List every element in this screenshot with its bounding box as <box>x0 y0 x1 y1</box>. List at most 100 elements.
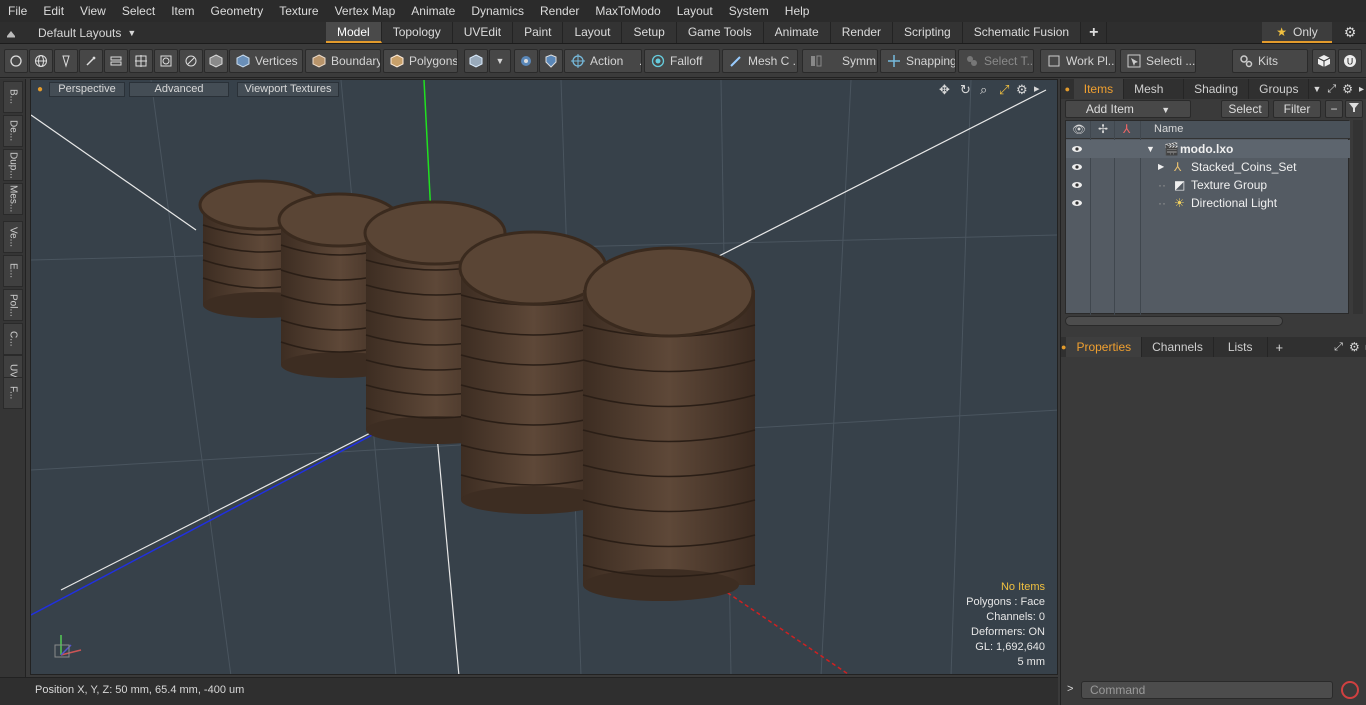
boundary-button[interactable]: Boundary <box>305 49 381 73</box>
menu-texture[interactable]: Texture <box>271 0 326 22</box>
tab-shading[interactable]: Shading <box>1184 79 1250 99</box>
name-column-header[interactable]: Name <box>1154 123 1183 135</box>
unity-button[interactable] <box>1312 49 1336 73</box>
menu-system[interactable]: System <box>721 0 777 22</box>
layout-toggle-icon[interactable] <box>4 26 18 40</box>
only-button[interactable]: ★ Only <box>1262 22 1332 43</box>
left-tab-basic[interactable]: B... <box>3 81 23 113</box>
collapse-button[interactable]: − <box>1325 100 1343 118</box>
brush-button[interactable] <box>79 49 103 73</box>
menu-render[interactable]: Render <box>532 0 587 22</box>
select-through-button[interactable]: Select T... <box>958 49 1034 73</box>
grid-button[interactable] <box>129 49 153 73</box>
viewport-gear-icon[interactable]: ⚙ <box>1016 82 1028 98</box>
eye-icon[interactable] <box>1071 197 1083 209</box>
symmetry-mode-button[interactable] <box>539 49 563 73</box>
frame-button[interactable] <box>154 49 178 73</box>
panel-arrow-icon[interactable]: ▸ <box>1356 84 1366 95</box>
tab-animate[interactable]: Animate <box>763 22 831 43</box>
expand-panel-icon[interactable]: ⤢ <box>1331 341 1346 354</box>
cube-button[interactable] <box>204 49 228 73</box>
tab-groups[interactable]: Groups <box>1249 79 1310 99</box>
coin-stack-5[interactable] <box>582 246 756 601</box>
left-tab-deform[interactable]: De... <box>3 115 23 147</box>
advanced-button[interactable]: Advanced <box>129 82 229 97</box>
add-tab-button[interactable]: + <box>1081 22 1108 43</box>
kits-button[interactable]: Kits <box>1232 49 1308 73</box>
viewport-menu-dot-icon[interactable]: ● <box>37 84 43 95</box>
item-mode-button[interactable] <box>464 49 488 73</box>
tab-paint[interactable]: Paint <box>513 22 564 43</box>
symmetry-button[interactable]: Symm ... <box>802 49 878 73</box>
tree-row-directional-light[interactable]: ·· ☀ Directional Light <box>1066 194 1350 212</box>
move-view-icon[interactable]: ✥ <box>939 82 950 98</box>
tree-row-stacked-coins-set[interactable]: ▶ ⅄ Stacked_Coins_Set <box>1066 158 1350 176</box>
arc-button[interactable] <box>179 49 203 73</box>
tree-row-texture-group[interactable]: ·· ◩ Texture Group <box>1066 176 1350 194</box>
tab-schematic-fusion[interactable]: Schematic Fusion <box>962 22 1082 43</box>
menu-dynamics[interactable]: Dynamics <box>463 0 532 22</box>
menu-animate[interactable]: Animate <box>403 0 463 22</box>
panel-gear-icon[interactable]: ⚙ <box>1339 82 1356 96</box>
menu-layout[interactable]: Layout <box>669 0 721 22</box>
fit-view-icon[interactable]: ⤢ <box>999 82 1009 98</box>
expand-triangle-icon[interactable]: ▼ <box>1146 140 1155 158</box>
select-button[interactable]: Select <box>1221 100 1269 118</box>
menu-geometry[interactable]: Geometry <box>203 0 272 22</box>
work-plane-button[interactable]: Work Pl... <box>1040 49 1116 73</box>
layout-selector[interactable]: Default Layouts ▼ <box>4 22 136 44</box>
left-tab-curve[interactable]: C... <box>3 323 23 355</box>
eye-icon[interactable] <box>1071 143 1083 155</box>
gear-icon[interactable]: ⚙ <box>1338 22 1362 43</box>
tab-lists[interactable]: Lists <box>1214 337 1268 357</box>
align-button[interactable] <box>104 49 128 73</box>
menu-select[interactable]: Select <box>114 0 163 22</box>
add-tab-button[interactable]: + <box>1268 340 1292 355</box>
expand-panel-icon[interactable]: ⤢ <box>1324 83 1339 96</box>
tab-scripting[interactable]: Scripting <box>893 22 963 43</box>
left-tab-duplicate[interactable]: Dup... <box>3 149 23 181</box>
add-item-button[interactable]: Add Item ▼ <box>1065 100 1191 118</box>
viewport-textures-button[interactable]: Viewport Textures <box>237 82 339 97</box>
menu-edit[interactable]: Edit <box>35 0 72 22</box>
panel-menu-dot-icon[interactable]: ● <box>1061 84 1074 94</box>
lock-column-icon[interactable]: ✢ <box>1098 122 1108 136</box>
action-center-button[interactable]: Action… <box>564 49 642 73</box>
circle-select-button[interactable] <box>4 49 28 73</box>
zoom-view-icon[interactable]: ⌕ <box>980 82 987 98</box>
tab-properties[interactable]: Properties <box>1066 337 1143 357</box>
mesh-constraint-button[interactable]: Mesh C ... <box>722 49 798 73</box>
tab-mesh[interactable]: Mesh ... <box>1124 79 1185 116</box>
filter-button[interactable]: Filter <box>1273 100 1321 118</box>
pen-button[interactable] <box>54 49 78 73</box>
perspective-button[interactable]: Perspective <box>49 82 125 97</box>
left-tab-edge[interactable]: E... <box>3 255 23 287</box>
left-tab-mesh-edit[interactable]: Mes... <box>3 183 23 215</box>
selection-sets-button[interactable]: Selecti ... <box>1120 49 1196 73</box>
tab-render[interactable]: Render <box>830 22 894 43</box>
left-tab-fusion[interactable]: F... <box>3 377 23 409</box>
tab-uvedit[interactable]: UVEdit <box>452 22 514 43</box>
items-horizontal-scrollbar[interactable] <box>1065 316 1283 326</box>
tabs-dropdown-icon[interactable]: ▼ <box>1309 84 1324 94</box>
polygons-button[interactable]: Polygons <box>383 49 458 73</box>
type-column-icon[interactable]: ⅄ <box>1123 122 1130 136</box>
command-input[interactable]: Command <box>1081 681 1333 699</box>
eye-icon[interactable] <box>1071 179 1083 191</box>
vertices-button[interactable]: Vertices <box>229 49 303 73</box>
rotate-view-icon[interactable]: ↻ <box>960 82 971 98</box>
tab-topology[interactable]: Topology <box>381 22 453 43</box>
tab-items[interactable]: Items <box>1073 79 1125 99</box>
funnel-button[interactable] <box>1345 100 1363 118</box>
tab-model[interactable]: Model <box>326 22 382 43</box>
viewport-expand-icon[interactable]: ▸ <box>1034 82 1040 95</box>
expand-triangle-icon[interactable]: ▶ <box>1158 158 1164 176</box>
left-tab-polygon[interactable]: Pol... <box>3 289 23 321</box>
tab-channels[interactable]: Channels <box>1142 337 1214 357</box>
menu-item[interactable]: Item <box>163 0 202 22</box>
item-mode-dropdown[interactable]: ▼ <box>489 49 511 73</box>
menu-view[interactable]: View <box>72 0 114 22</box>
snap-elements-button[interactable] <box>514 49 538 73</box>
visibility-column-icon[interactable]: 👁 <box>1072 123 1086 136</box>
falloff-button[interactable]: Falloff <box>644 49 720 73</box>
